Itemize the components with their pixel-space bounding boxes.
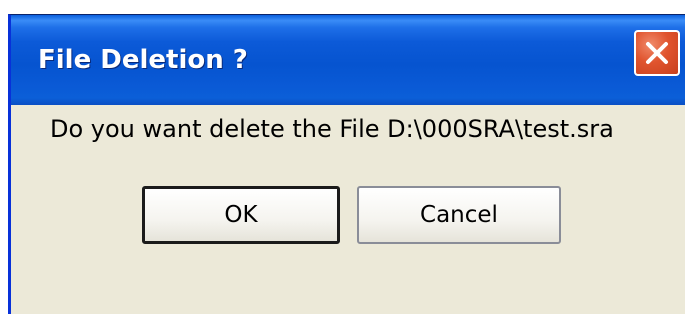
dialog-title: File Deletion ? [38, 45, 248, 75]
close-button[interactable] [634, 30, 680, 76]
cancel-button[interactable]: Cancel [357, 186, 561, 244]
dialog-message: Do you want delete the File D:\000SRA\te… [50, 115, 614, 143]
close-x-icon [646, 42, 668, 64]
dialog-titlebar[interactable]: File Deletion ? [11, 15, 685, 105]
ok-button[interactable]: OK [142, 186, 340, 244]
delete-confirmation-dialog: File Deletion ? [8, 14, 685, 314]
